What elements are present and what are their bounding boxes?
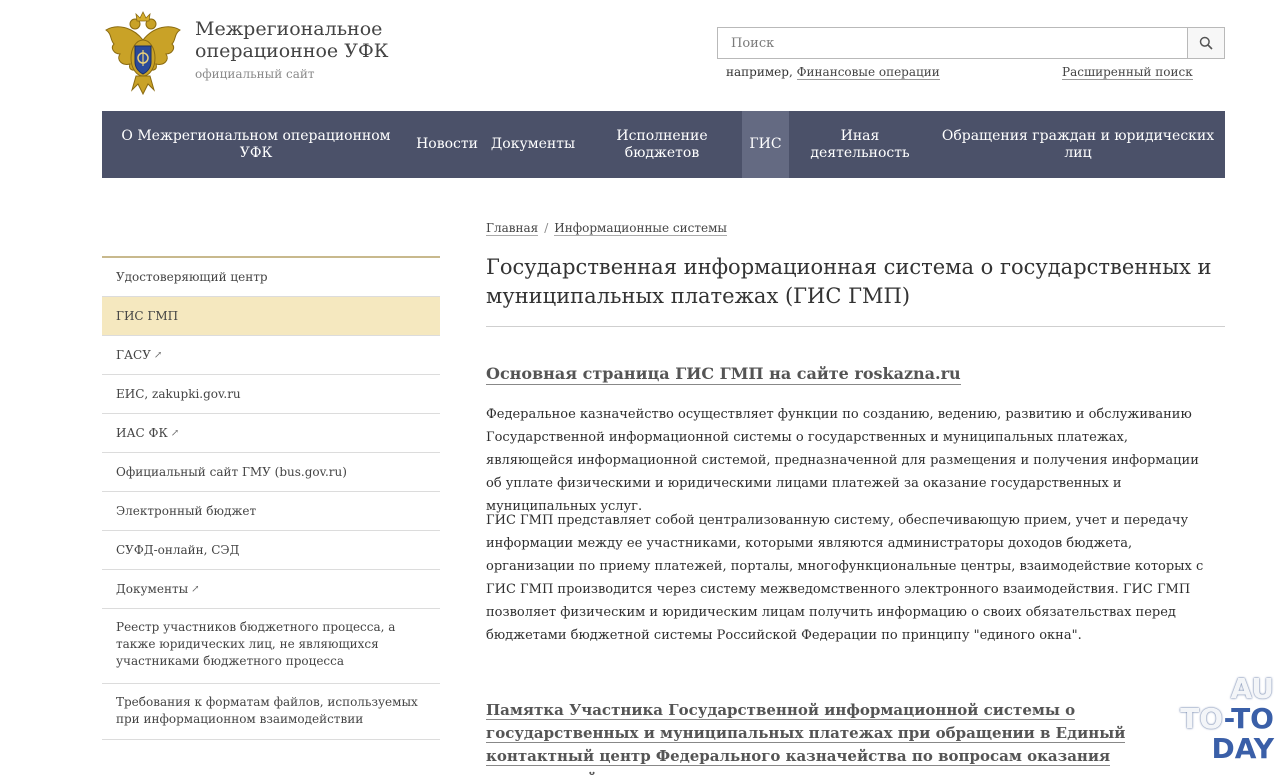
sidebar-item-documents[interactable]: Документы ↗ — [102, 570, 440, 609]
nav-item-about[interactable]: О Межрегиональном операционном УФК — [102, 111, 410, 178]
sidebar-item-certification-center[interactable]: Удостоверяющий центр — [102, 258, 440, 297]
breadcrumb: Главная / Информационные системы — [486, 221, 727, 236]
watermark-line-1: AU — [1230, 672, 1274, 705]
nav-item-appeals[interactable]: Обращения граждан и юридических лиц — [931, 111, 1225, 178]
main-nav: О Межрегиональном операционном УФК Новос… — [102, 111, 1225, 178]
sidebar-item-gasu[interactable]: ГАСУ ↗ — [102, 336, 440, 375]
breadcrumb-home[interactable]: Главная — [486, 221, 539, 236]
external-link-icon: ↗ — [191, 583, 200, 595]
search-input[interactable] — [718, 28, 1188, 58]
sidebar-item-label: Электронный бюджет — [116, 503, 257, 518]
breadcrumb-separator: / — [544, 221, 549, 235]
watermark-logo: AU TO-TO DAY — [1174, 674, 1274, 764]
nav-item-news[interactable]: Новости — [410, 111, 484, 178]
title-divider — [486, 326, 1225, 327]
watermark-line-2: TO-TO — [1174, 704, 1274, 734]
nav-item-gis[interactable]: ГИС — [742, 111, 789, 178]
search-icon — [1199, 36, 1213, 50]
sidebar-item-label: Реестр участников бюджетного процесса, а… — [116, 620, 396, 668]
search-example-prefix: например, — [726, 65, 797, 79]
sidebar-item-label: ИАС ФК — [116, 425, 168, 440]
watermark-line-3: DAY — [1211, 732, 1274, 765]
nav-item-other-activity[interactable]: Иная деятельность — [789, 111, 931, 178]
nav-item-budget-execution[interactable]: Исполнение бюджетов — [582, 111, 742, 178]
sidebar-item-label: ГИС ГМП — [116, 308, 179, 323]
nav-item-documents[interactable]: Документы — [484, 111, 582, 178]
description-paragraph-1: Федеральное казначейство осуществляет фу… — [486, 407, 1199, 514]
sidebar-item-label: СУФД-онлайн, СЭД — [116, 542, 240, 557]
org-title[interactable]: Межрегиональное операционное УФК — [195, 18, 525, 62]
sidebar-item-eis[interactable]: ЕИС, zakupki.gov.ru — [102, 375, 440, 414]
breadcrumb-current[interactable]: Информационные системы — [554, 221, 727, 236]
search-example-link[interactable]: Финансовые операции — [796, 65, 940, 80]
search-example: например, Финансовые операции — [726, 65, 940, 80]
watermark-line-2a: TO — [1180, 702, 1224, 735]
participant-memo-link-text: Памятка Участника Государственной информ… — [486, 701, 1126, 776]
roskazna-main-page-link[interactable]: Основная страница ГИС ГМП на сайте roska… — [486, 364, 961, 385]
sidebar-item-label: Документы — [116, 581, 189, 596]
emblem-logo[interactable] — [102, 10, 184, 96]
description-paragraph-2: ГИС ГМП представляет собой централизован… — [486, 513, 1204, 643]
sidebar-item-sufd-online[interactable]: СУФД-онлайн, СЭД — [102, 531, 440, 570]
sidebar-item-participants-registry[interactable]: Реестр участников бюджетного процесса, а… — [102, 609, 440, 684]
sidebar-item-gmu-site[interactable]: Официальный сайт ГМУ (bus.gov.ru) — [102, 453, 440, 492]
sidebar-item-label: ЕИС, zakupki.gov.ru — [116, 386, 241, 401]
org-subtitle: официальный сайт — [195, 67, 315, 81]
page-title: Государственная информационная система о… — [486, 255, 1212, 308]
search-box — [717, 27, 1225, 59]
participant-memo-link[interactable]: Памятка Участника Государственной информ… — [486, 699, 1226, 776]
sidebar-item-label: Официальный сайт ГМУ (bus.gov.ru) — [116, 464, 347, 479]
sidebar-menu: Удостоверяющий центр ГИС ГМП ГАСУ ↗ ЕИС, … — [102, 256, 440, 740]
sidebar-item-file-format-requirements[interactable]: Требования к форматам файлов, используем… — [102, 684, 440, 740]
sidebar-item-electronic-budget[interactable]: Электронный бюджет — [102, 492, 440, 531]
sidebar-item-label: Удостоверяющий центр — [116, 269, 268, 284]
sidebar-item-label: ГАСУ — [116, 347, 151, 362]
sidebar-item-ias-fk[interactable]: ИАС ФК ↗ — [102, 414, 440, 453]
watermark-line-2b: -TO — [1223, 702, 1274, 735]
advanced-search-link[interactable]: Расширенный поиск — [1062, 65, 1193, 80]
sidebar-item-gis-gmp[interactable]: ГИС ГМП — [102, 297, 440, 336]
sidebar-item-label: Требования к форматам файлов, используем… — [116, 695, 418, 726]
external-link-icon: ↗ — [170, 427, 180, 439]
search-button[interactable] — [1187, 28, 1224, 58]
external-link-icon: ↗ — [153, 349, 163, 361]
